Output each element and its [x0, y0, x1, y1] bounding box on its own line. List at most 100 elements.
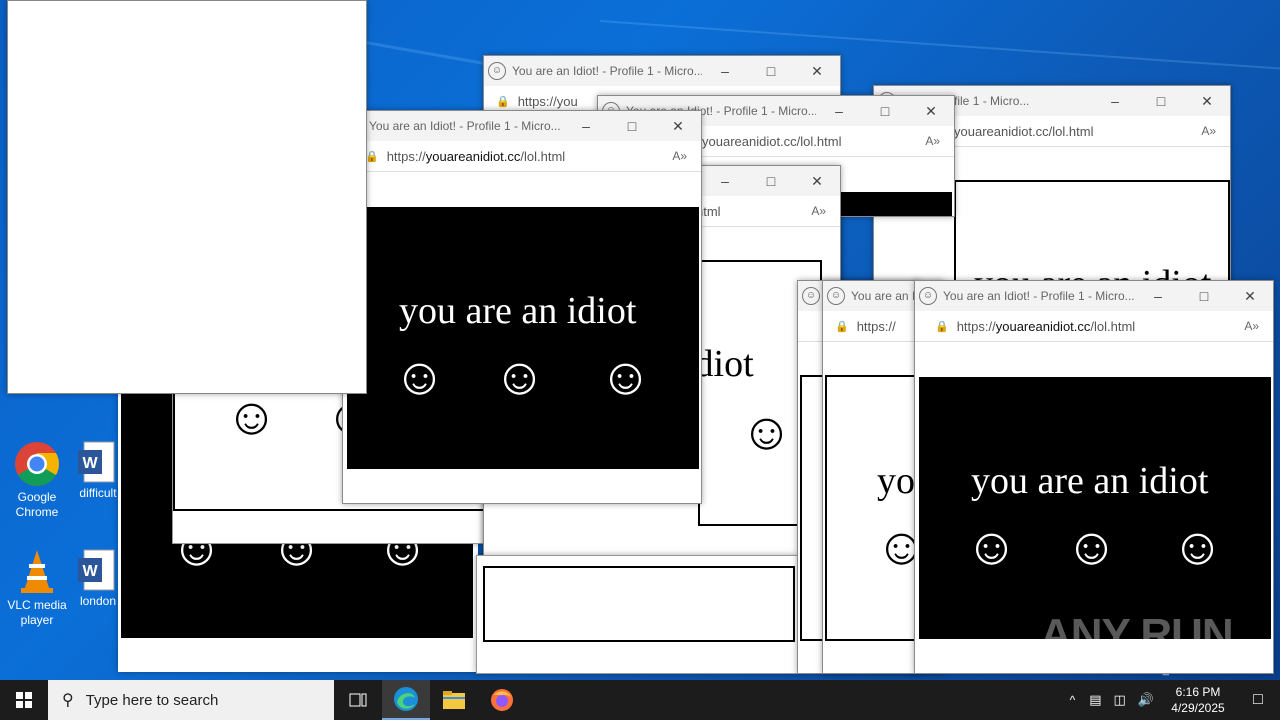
favicon-icon: ☺: [827, 287, 845, 305]
clock-time: 6:16 PM: [1175, 685, 1221, 699]
system-tray: ^ ▤ ◫ 🔊 6:16 PM 4/29/2025 □: [1062, 680, 1280, 720]
desktop-background: Google Chrome W difficult VLC media play…: [0, 0, 1280, 680]
notification-icon[interactable]: □: [1236, 691, 1280, 709]
read-aloud-icon[interactable]: A»: [1244, 319, 1259, 333]
taskbar-firefox-button[interactable]: [478, 680, 526, 720]
title-bar: ☺ You are an Idiot! - Profile 1 - Micro.…: [484, 56, 840, 86]
icon-label: difficult: [79, 486, 117, 500]
minimize-button[interactable]: –: [702, 173, 748, 189]
anyrun-watermark: ANY RUN: [1040, 610, 1234, 659]
smiley-icon: ☺: [965, 518, 1019, 576]
search-placeholder: Type here to search: [85, 691, 219, 709]
desktop-icon-chrome[interactable]: Google Chrome: [2, 440, 72, 520]
volume-icon[interactable]: 🔊: [1138, 692, 1154, 708]
favicon-icon: ☺: [919, 287, 937, 305]
firefox-icon: [491, 689, 513, 711]
word-document-icon: W: [78, 548, 118, 592]
start-button[interactable]: [0, 680, 48, 720]
close-button[interactable]: ✕: [794, 63, 840, 80]
window-title: You are an Idiot! - Profile 1 - Micro...: [369, 119, 561, 133]
url-host: youareanidiot.cc: [995, 318, 1091, 334]
read-aloud-icon[interactable]: A»: [925, 134, 940, 148]
read-aloud-icon[interactable]: A»: [672, 149, 687, 163]
close-button[interactable]: ✕: [908, 103, 954, 120]
url-host: youareanidiot.cc: [425, 148, 521, 164]
title-bar: ☺ You are an Idiot! - Profile 1 - Micro.…: [915, 281, 1273, 311]
minimize-button[interactable]: –: [1092, 93, 1138, 109]
edge-icon: [394, 687, 418, 711]
network-icon[interactable]: ▤: [1089, 692, 1101, 708]
close-button[interactable]: ✕: [1184, 93, 1230, 110]
task-view-button[interactable]: [334, 680, 382, 720]
favicon-icon: ☺: [488, 62, 506, 80]
minimize-button[interactable]: –: [1135, 288, 1181, 304]
url-text: html: [696, 203, 721, 219]
close-button[interactable]: ✕: [1227, 288, 1273, 305]
icon-label: VLC media player: [7, 598, 67, 627]
window-title: You are an Idiot! - Profile 1 - Micro...: [512, 64, 702, 78]
folder-icon: [443, 691, 465, 709]
maximize-button[interactable]: □: [1138, 93, 1184, 109]
lock-icon: 🔒: [935, 320, 949, 333]
taskbar-edge-button[interactable]: [382, 680, 430, 720]
maximize-button[interactable]: □: [1181, 288, 1227, 304]
prank-window-front-left[interactable]: You are an Idiot! - Profile 1 - Micro...…: [342, 110, 702, 504]
chrome-icon: [13, 440, 61, 488]
minimize-button[interactable]: –: [702, 63, 748, 79]
url-path: /lol.html: [520, 148, 566, 164]
prank-black-panel: [347, 207, 699, 469]
window-title: You are an Idiot! - Profile 1 - Micro...: [943, 289, 1135, 303]
blank-window[interactable]: [7, 0, 367, 394]
minimize-button[interactable]: –: [563, 118, 609, 134]
url-scheme: https://: [956, 318, 996, 334]
prank-black-panel: [840, 192, 952, 216]
read-aloud-icon[interactable]: A»: [811, 204, 826, 218]
prank-text: you are an idiot: [971, 460, 1209, 502]
svg-text:W: W: [82, 563, 98, 580]
url-text: youareanidiot.cc/lol.html: [954, 123, 1094, 139]
icon-label: london: [79, 594, 117, 608]
read-aloud-icon[interactable]: A»: [1201, 124, 1216, 138]
smiley-icon: ☺: [1065, 518, 1119, 576]
windows-build-text: Build 19041.vb_release.191206-1406: [1090, 664, 1273, 676]
ethernet-icon[interactable]: ◫: [1114, 692, 1126, 708]
word-document-icon: W: [78, 440, 118, 484]
desktop-icon-vlc[interactable]: VLC media player: [2, 548, 72, 628]
chevron-up-icon[interactable]: ^: [1070, 693, 1076, 707]
close-button[interactable]: ✕: [655, 118, 701, 135]
maximize-button[interactable]: □: [748, 173, 794, 189]
address-bar[interactable]: 🔒 https://youareanidiot.cc/lol.html A»: [915, 311, 1273, 342]
lock-icon: 🔒: [365, 150, 379, 163]
favicon-icon: ☺: [802, 287, 820, 305]
address-bar[interactable]: 🔒 https://youareanidiot.cc/lol.html A»: [343, 141, 701, 172]
prank-black-panel: [919, 377, 1271, 639]
prank-window-bottom-middle[interactable]: [476, 555, 798, 674]
close-button[interactable]: ✕: [794, 173, 840, 190]
smiley-icon: ☺: [599, 348, 653, 406]
vlc-cone-icon: [13, 548, 61, 596]
search-box[interactable]: ⚲ Type here to search: [48, 680, 334, 720]
title-bar: You are an Idiot! - Profile 1 - Micro...…: [343, 111, 701, 141]
clock[interactable]: 6:16 PM 4/29/2025: [1160, 684, 1236, 716]
search-icon: ⚲: [62, 692, 74, 709]
svg-text:W: W: [82, 455, 98, 472]
clock-date: 4/29/2025: [1171, 701, 1225, 715]
smiley-icon: ☺: [393, 348, 447, 406]
smiley-icon: ☺: [225, 388, 279, 446]
prank-white-panel: [800, 375, 824, 641]
windows-icon: [16, 692, 32, 708]
icon-label: Google Chrome: [15, 490, 59, 519]
task-view-icon: [349, 693, 367, 707]
lock-icon: 🔒: [496, 95, 510, 108]
smiley-icon: ☺: [740, 403, 794, 461]
prank-text: yo: [877, 460, 915, 502]
taskbar-explorer-button[interactable]: [430, 680, 478, 720]
maximize-button[interactable]: □: [748, 63, 794, 79]
url-path: /lol.html: [1090, 318, 1136, 334]
maximize-button[interactable]: □: [862, 103, 908, 119]
lock-icon: 🔒: [835, 320, 849, 333]
maximize-button[interactable]: □: [609, 118, 655, 134]
minimize-button[interactable]: –: [816, 103, 862, 119]
prank-white-panel: [483, 566, 795, 642]
prank-text: you are an idiot: [399, 290, 637, 332]
